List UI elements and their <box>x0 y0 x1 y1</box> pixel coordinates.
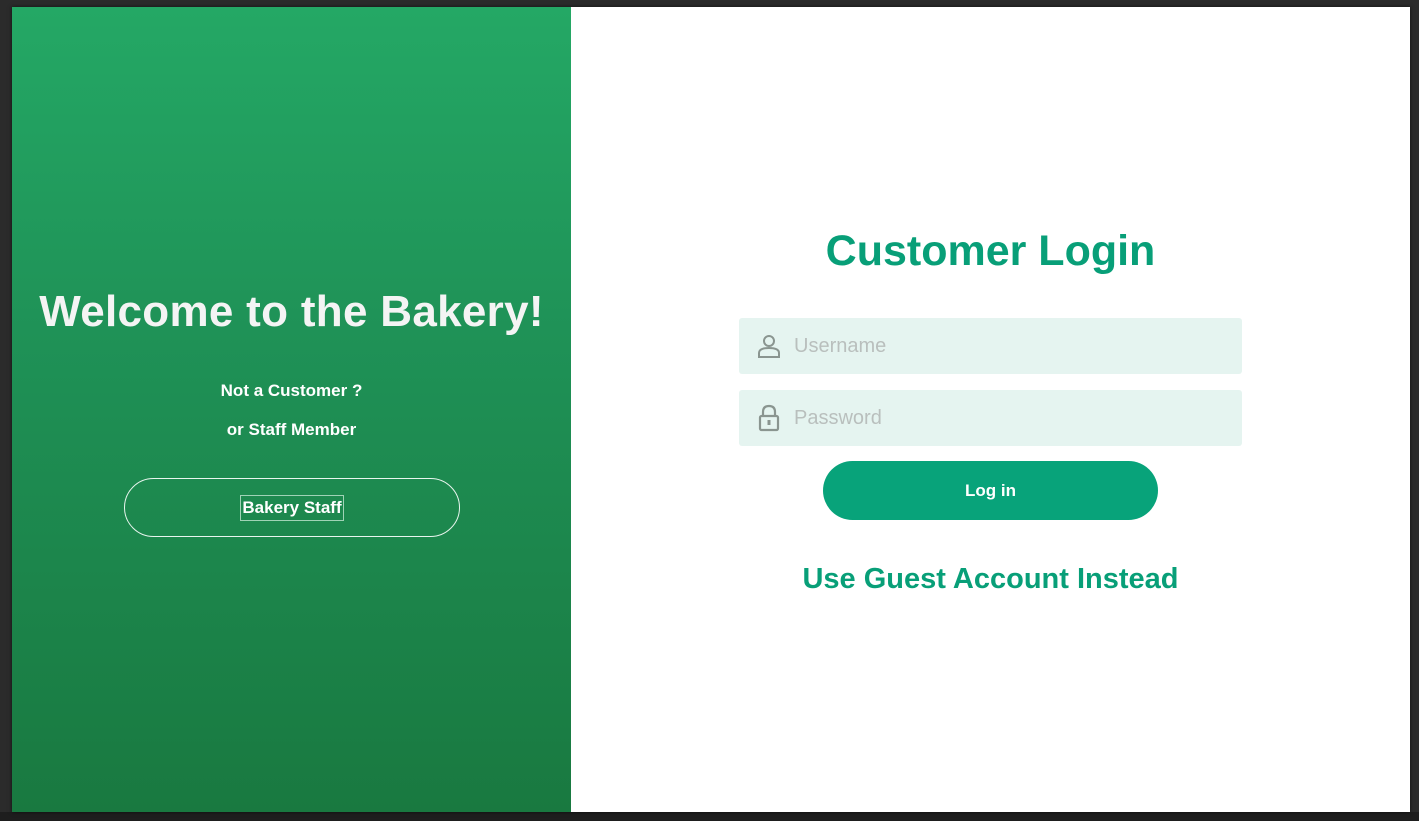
welcome-panel: Welcome to the Bakery! Not a Customer ? … <box>12 7 571 812</box>
username-input[interactable] <box>792 325 1226 367</box>
ide-status-bar <box>0 812 1419 821</box>
welcome-title: Welcome to the Bakery! <box>39 287 544 336</box>
username-field[interactable] <box>739 318 1242 374</box>
ide-code-peek <box>12 0 412 7</box>
not-customer-text: Not a Customer ? <box>220 381 363 400</box>
bakery-staff-button[interactable]: Bakery Staff <box>124 478 460 537</box>
bakery-staff-label: Bakery Staff <box>240 494 344 521</box>
staff-member-text: or Staff Member <box>226 420 357 439</box>
login-title: Customer Login <box>825 227 1156 275</box>
guest-account-link[interactable]: Use Guest Account Instead <box>571 563 1410 596</box>
login-panel: Customer Login Log in Use Guest Acc <box>571 7 1410 812</box>
lock-icon <box>756 404 782 432</box>
bakery-login-window: Welcome to the Bakery! Not a Customer ? … <box>12 7 1410 812</box>
login-button[interactable]: Log in <box>823 461 1158 520</box>
password-field[interactable] <box>739 390 1242 446</box>
password-input[interactable] <box>792 397 1226 439</box>
user-icon <box>756 332 782 360</box>
